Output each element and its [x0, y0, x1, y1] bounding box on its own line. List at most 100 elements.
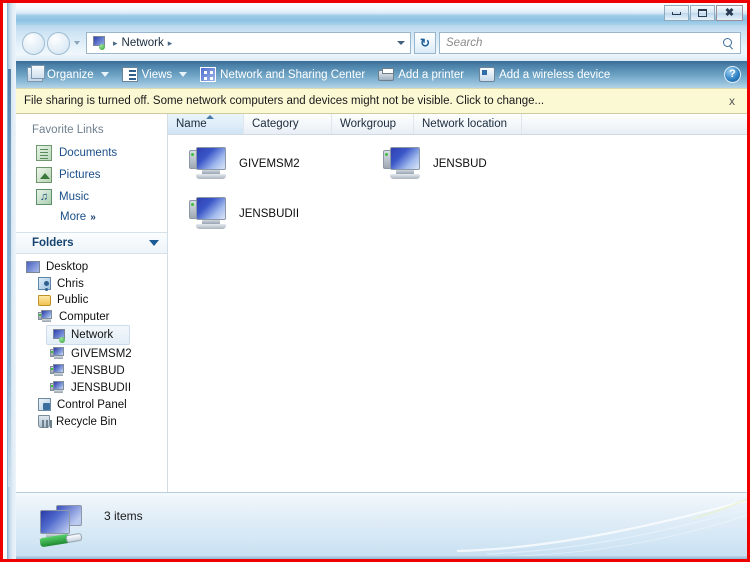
- sidebar-more-button[interactable]: More »: [16, 208, 167, 226]
- organize-button[interactable]: Organize: [22, 65, 114, 84]
- notification-message[interactable]: File sharing is turned off. Some network…: [24, 95, 725, 107]
- add-wireless-label: Add a wireless device: [499, 68, 611, 81]
- file-sharing-notification-bar[interactable]: File sharing is turned off. Some network…: [16, 88, 747, 114]
- music-icon: ♫: [36, 189, 52, 205]
- favorite-links-header: Favorite Links: [32, 124, 104, 136]
- column-label-network-location: Network location: [422, 118, 508, 130]
- items-view: GIVEMSM2 JENSBUD JENSBUDII: [168, 135, 747, 492]
- sidebar-item-documents[interactable]: Documents: [16, 142, 167, 164]
- tree-item-network[interactable]: Network: [46, 325, 130, 345]
- chevron-down-icon[interactable]: [100, 72, 109, 77]
- views-icon: [121, 67, 138, 82]
- documents-icon: [36, 145, 52, 161]
- window-bottom-edge: [16, 556, 747, 559]
- close-icon: ✖: [724, 6, 735, 19]
- add-a-wireless-device-button[interactable]: Add a wireless device: [472, 65, 615, 84]
- chevron-down-icon-2[interactable]: [179, 72, 188, 77]
- network-sharing-label: Network and Sharing Center: [220, 68, 366, 81]
- close-button[interactable]: ✖: [716, 5, 743, 21]
- help-icon: ?: [729, 68, 736, 80]
- search-box[interactable]: Search: [439, 32, 741, 54]
- tree-label-jensbud: JENSBUD: [71, 364, 125, 377]
- sidebar-item-pictures[interactable]: Pictures: [16, 164, 167, 186]
- computer-icon-jensbud: [50, 364, 65, 377]
- minimize-icon: [672, 11, 681, 15]
- recent-pages-dropdown-icon[interactable]: [74, 41, 80, 45]
- computer-icon-jensbudii: [50, 381, 65, 394]
- views-label: Views: [141, 68, 173, 81]
- printer-icon: [378, 68, 395, 81]
- recycle-bin-icon: [38, 415, 50, 428]
- tree-item-control-panel[interactable]: Control Panel: [16, 396, 167, 413]
- chevron-down-icon-folders[interactable]: [149, 240, 159, 246]
- tree-item-public[interactable]: Public: [16, 292, 167, 308]
- refresh-icon: ↻: [419, 36, 431, 50]
- tree-item-computer[interactable]: Computer: [16, 308, 167, 325]
- column-headers: Name Category Workgroup Network location: [168, 114, 747, 135]
- network-sharing-icon: [200, 67, 217, 82]
- tree-item-givemsm2[interactable]: GIVEMSM2: [16, 345, 167, 362]
- column-header-workgroup[interactable]: Workgroup: [332, 114, 414, 134]
- sidebar-item-music[interactable]: ♫ Music: [16, 186, 167, 208]
- notification-close-icon[interactable]: x: [725, 94, 739, 108]
- column-header-name[interactable]: Name: [168, 114, 244, 134]
- tree-label-desktop: Desktop: [46, 261, 89, 273]
- search-input[interactable]: Search: [446, 37, 723, 49]
- file-list-pane: Name Category Workgroup Network location: [168, 114, 747, 492]
- forward-button[interactable]: [47, 31, 70, 55]
- command-toolbar: Organize Views Network and Sharing Cente…: [16, 61, 747, 88]
- tree-label-network: Network: [71, 329, 114, 341]
- more-label: More: [60, 211, 87, 223]
- address-dropdown-icon[interactable]: [397, 41, 405, 45]
- tree-label-computer: Computer: [59, 310, 110, 323]
- network-and-sharing-center-button[interactable]: Network and Sharing Center: [195, 65, 370, 84]
- tree-item-jensbudii[interactable]: JENSBUDII: [16, 379, 167, 396]
- computer-icon: [189, 146, 231, 182]
- tree-item-desktop[interactable]: Desktop: [16, 259, 167, 275]
- views-button[interactable]: Views: [117, 65, 192, 84]
- navigation-pane: Favorite Links Documents Pictures ♫ Musi…: [16, 114, 168, 492]
- list-item[interactable]: JENSBUD: [380, 143, 490, 185]
- item-count-label: 3 items: [104, 509, 143, 523]
- tree-item-recycle-bin[interactable]: Recycle Bin: [16, 413, 167, 430]
- maximize-button[interactable]: [690, 5, 715, 21]
- minimize-button[interactable]: [664, 5, 689, 21]
- pictures-label: Pictures: [59, 169, 101, 181]
- column-label-workgroup: Workgroup: [340, 118, 397, 130]
- tree-label-jensbudii: JENSBUDII: [71, 381, 132, 394]
- maximize-icon: [698, 9, 707, 17]
- tree-item-jensbud[interactable]: JENSBUD: [16, 362, 167, 379]
- item-label-givemsm2: GIVEMSM2: [239, 158, 300, 170]
- sort-ascending-icon: [206, 115, 214, 119]
- help-button[interactable]: ?: [724, 66, 741, 83]
- column-label-name: Name: [176, 118, 207, 130]
- network-computers-icon: [34, 503, 90, 549]
- list-item[interactable]: GIVEMSM2: [186, 143, 303, 185]
- item-label-jensbud: JENSBUD: [433, 158, 487, 170]
- column-label-category: Category: [252, 118, 299, 130]
- column-header-network-location[interactable]: Network location: [414, 114, 522, 134]
- computer-icon: [38, 310, 53, 323]
- status-bar: 3 items: [16, 492, 747, 559]
- breadcrumb-separator-icon: ▸: [113, 37, 118, 48]
- network-icon: [91, 35, 107, 51]
- computer-icon: [189, 196, 231, 232]
- tree-label-control-panel: Control Panel: [57, 398, 127, 411]
- breadcrumb-separator-icon-2[interactable]: ▸: [164, 38, 177, 49]
- list-item[interactable]: JENSBUDII: [186, 193, 302, 235]
- organize-label: Organize: [47, 68, 94, 81]
- folders-label: Folders: [32, 237, 74, 249]
- window-frame-accent: [8, 69, 11, 487]
- tree-item-chris[interactable]: Chris: [16, 275, 167, 292]
- column-header-category[interactable]: Category: [244, 114, 332, 134]
- back-button[interactable]: [22, 31, 45, 55]
- refresh-button[interactable]: ↻: [414, 32, 436, 54]
- control-panel-icon: [38, 398, 51, 411]
- search-icon: [723, 37, 734, 49]
- address-bar[interactable]: ▸ Network ▸: [86, 32, 411, 54]
- breadcrumb-network[interactable]: Network: [122, 37, 164, 49]
- add-a-printer-button[interactable]: Add a printer: [373, 66, 469, 83]
- music-label: Music: [59, 191, 90, 203]
- documents-label: Documents: [59, 147, 118, 159]
- folders-section-header[interactable]: Folders: [16, 232, 167, 254]
